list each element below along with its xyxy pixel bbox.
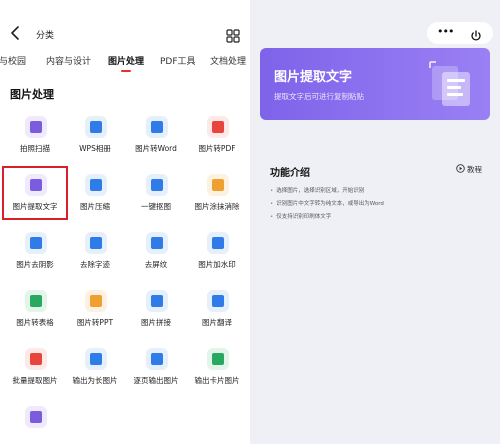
intro-bullet: 仅支持识别印刷体文字 xyxy=(270,212,331,220)
moire-icon xyxy=(146,232,168,254)
page-output-icon xyxy=(146,348,168,370)
category-panel: 分类 职与校园 内容与设计 图片处理 PDF工具 文档处理 图片处理 拍照扫描 W… xyxy=(0,0,249,444)
tool-label: 图片拼接 xyxy=(141,318,171,327)
tool-label: 输出卡片图片 xyxy=(194,376,240,385)
detail-panel: ••• 图片提取文字 提取文字后可进行复制粘贴 功能介绍 教程 选择图 xyxy=(250,0,500,444)
tool-label: 图片转PPT xyxy=(76,318,114,327)
tab-image-processing[interactable]: 图片处理 xyxy=(108,54,144,67)
tool-label: 图片涂抹消除 xyxy=(194,202,240,211)
image-to-table-icon xyxy=(25,290,47,312)
tool-label: 去屏纹 xyxy=(144,260,168,269)
tool-label: 输出为长图片 xyxy=(72,376,118,385)
section-title: 图片处理 xyxy=(10,88,54,101)
tool-label: 逐页输出图片 xyxy=(133,376,179,385)
power-icon[interactable] xyxy=(470,27,482,41)
tool-item[interactable]: 图片翻译 xyxy=(186,286,248,342)
image-to-ppt-icon xyxy=(85,290,107,312)
long-image-icon xyxy=(85,348,107,370)
tool-item[interactable]: 去屏纹 xyxy=(125,228,187,284)
tool-item[interactable]: 图片转PPT xyxy=(64,286,126,342)
more-icon[interactable]: ••• xyxy=(437,26,457,39)
tool-label: 图片翻译 xyxy=(202,318,232,327)
remove-handwriting-icon xyxy=(85,232,107,254)
extract-text-illustration-icon xyxy=(428,60,476,110)
banner-title: 图片提取文字 xyxy=(274,70,353,85)
image-to-word-icon xyxy=(146,116,168,138)
tab-document-processing[interactable]: 文档处理 xyxy=(210,54,246,67)
intro-title: 功能介绍 xyxy=(270,168,310,179)
back-icon[interactable] xyxy=(10,26,24,42)
tool-label: 批量提取图片 xyxy=(12,376,58,385)
tool-item[interactable]: 逐页输出图片 xyxy=(125,344,187,400)
tool-item[interactable] xyxy=(4,402,66,444)
tool-label: 一键抠图 xyxy=(141,202,171,211)
feature-banner: 图片提取文字 提取文字后可进行复制粘贴 xyxy=(260,48,490,120)
window-controls: ••• xyxy=(427,22,493,44)
play-icon xyxy=(456,164,465,173)
tool-label: 图片转PDF xyxy=(198,144,236,153)
tool-item[interactable]: 一键抠图 xyxy=(125,170,187,226)
stitch-icon xyxy=(146,290,168,312)
tutorial-link[interactable]: 教程 xyxy=(456,164,482,176)
active-tab-indicator xyxy=(121,70,131,72)
translate-icon xyxy=(207,290,229,312)
tab-pdf-tools[interactable]: PDF工具 xyxy=(160,54,196,67)
tool-label: 图片转Word xyxy=(135,144,177,153)
tool-item[interactable]: 批量提取图片 xyxy=(4,344,66,400)
card-image-icon xyxy=(207,348,229,370)
tool-item[interactable]: 输出卡片图片 xyxy=(186,344,248,400)
category-tabs: 职与校园 内容与设计 图片处理 PDF工具 文档处理 xyxy=(0,54,249,74)
tab-content-design[interactable]: 内容与设计 xyxy=(46,54,91,67)
tool-item[interactable]: 图片转表格 xyxy=(4,286,66,342)
tool-item[interactable]: 图片涂抹消除 xyxy=(186,170,248,226)
scan-icon xyxy=(25,116,47,138)
tool-item[interactable]: 图片压缩 xyxy=(64,170,126,226)
grid-icon[interactable] xyxy=(226,28,240,43)
tool-item[interactable]: 图片拼接 xyxy=(125,286,187,342)
banner-subtitle: 提取文字后可进行复制粘贴 xyxy=(274,92,364,101)
intro-bullet: 选择图片，选择识别区域，开始识别 xyxy=(270,186,364,194)
tutorial-label: 教程 xyxy=(467,165,482,174)
batch-extract-icon xyxy=(25,348,47,370)
tool-item[interactable]: 图片去阴影 xyxy=(4,228,66,284)
cutout-icon xyxy=(146,174,168,196)
image-to-pdf-icon xyxy=(207,116,229,138)
album-icon xyxy=(85,116,107,138)
tool-item[interactable]: 图片转Word xyxy=(125,112,187,168)
selection-highlight xyxy=(2,166,68,220)
tool-item[interactable]: 输出为长图片 xyxy=(64,344,126,400)
compress-icon xyxy=(85,174,107,196)
page-title: 分类 xyxy=(36,31,55,41)
tool-item[interactable]: 图片加水印 xyxy=(186,228,248,284)
tool-label: 图片去阴影 xyxy=(16,260,54,269)
tab-career-campus[interactable]: 职与校园 xyxy=(0,54,26,67)
eraser-icon xyxy=(207,174,229,196)
tool-label: 去除字迹 xyxy=(80,260,110,269)
tool-item[interactable]: WPS相册 xyxy=(64,112,126,168)
tool-item[interactable]: 拍照扫描 xyxy=(4,112,66,168)
tool-label: WPS相册 xyxy=(79,144,111,153)
intro-bullet: 识别图片中文字转为纯文本，或导出为Word xyxy=(270,199,384,207)
tool-label: 图片加水印 xyxy=(198,260,236,269)
tool-label: 图片压缩 xyxy=(80,202,110,211)
tool-item[interactable]: 去除字迹 xyxy=(64,228,126,284)
top-bar: 分类 xyxy=(0,22,249,48)
tool-item[interactable]: 图片转PDF xyxy=(186,112,248,168)
tool-label: 图片转表格 xyxy=(16,318,54,327)
grid-tool-icon xyxy=(25,406,47,428)
tool-label: 拍照扫描 xyxy=(20,144,50,153)
watermark-icon xyxy=(207,232,229,254)
remove-shadow-icon xyxy=(25,232,47,254)
